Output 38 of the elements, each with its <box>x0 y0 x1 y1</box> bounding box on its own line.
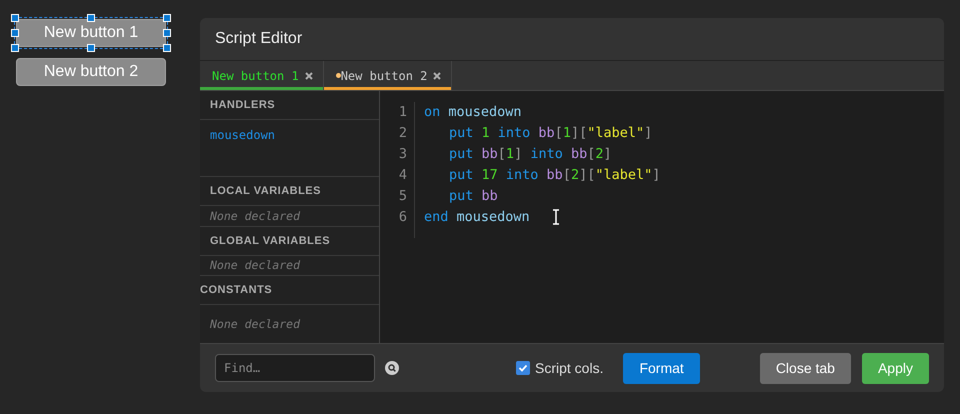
editor-tab[interactable]: New button 2 <box>324 61 452 90</box>
line-number: 3 <box>398 145 407 164</box>
code-line: put 17 into bb[2]["label"] <box>448 166 662 185</box>
resize-handle[interactable] <box>87 44 95 52</box>
checkbox[interactable] <box>516 361 530 375</box>
code-line: put bb[1] into bb[2] <box>448 145 613 164</box>
code-line: end mousedown <box>424 207 669 228</box>
code-line: put bb <box>448 187 499 206</box>
close-icon[interactable] <box>304 72 313 80</box>
search-icon[interactable] <box>385 361 399 375</box>
canvas-button[interactable]: New button 1 <box>16 19 166 47</box>
code-line: on mousedown <box>424 103 523 122</box>
modified-dot-icon <box>336 73 341 78</box>
section-heading: GLOBAL VARIABLES <box>200 226 379 256</box>
empty-note: None declared <box>210 208 300 223</box>
close-tab-button[interactable]: Close tab <box>760 352 851 384</box>
line-number: 6 <box>398 208 407 227</box>
find-field[interactable]: Find… <box>215 354 375 382</box>
line-number: 1 <box>398 103 407 122</box>
empty-note: None declared <box>210 258 300 272</box>
line-number: 5 <box>398 187 407 206</box>
code-line: put 1 into bb[1]["label"] <box>448 124 654 143</box>
editor-tab[interactable]: New button 1 <box>200 61 324 90</box>
empty-note: None declared <box>210 317 300 332</box>
resize-handle[interactable] <box>87 14 95 22</box>
window-title: Script Editor <box>200 18 944 61</box>
section-heading: HANDLERS <box>200 91 379 120</box>
apply-button[interactable]: Apply <box>862 352 929 384</box>
section-heading: LOCAL VARIABLES <box>200 177 379 206</box>
section-heading: CONSTANTS <box>200 276 379 306</box>
checkbox-label: Script cols. <box>535 360 604 376</box>
canvas-button[interactable]: New button 2 <box>16 58 166 86</box>
line-number: 2 <box>398 124 407 143</box>
close-icon[interactable] <box>433 72 442 80</box>
line-number: 4 <box>398 166 407 185</box>
handler-item[interactable]: mousedown <box>210 128 369 142</box>
format-button[interactable]: Format <box>623 352 700 384</box>
text-cursor-icon <box>552 209 560 226</box>
